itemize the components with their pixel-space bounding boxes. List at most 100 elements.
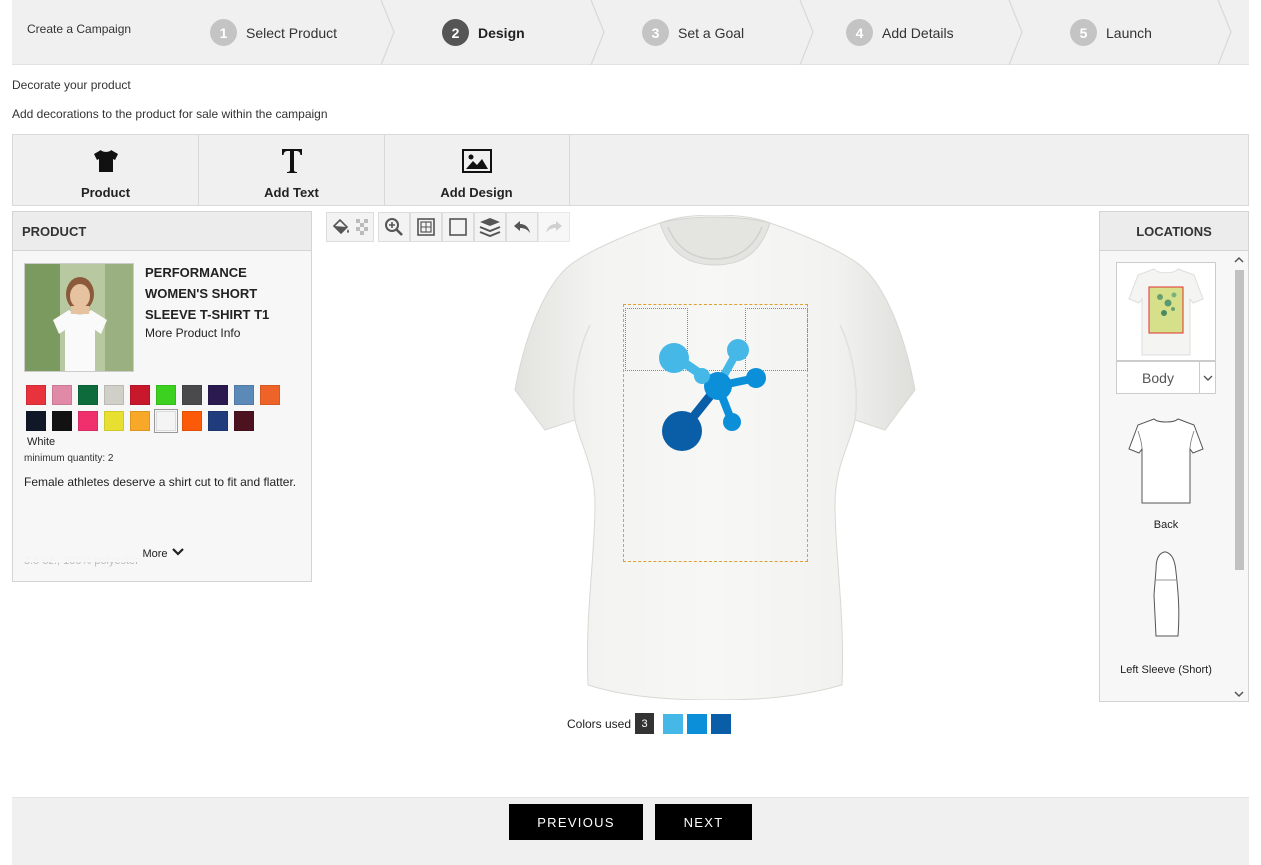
wizard-title: Create a Campaign [27,22,132,36]
previous-button[interactable]: PREVIOUS [509,804,643,840]
step-divider [1217,0,1233,66]
color-swatch[interactable] [234,411,254,431]
tool-tab-label: Product [80,185,131,200]
more-toggle[interactable]: More [13,547,311,560]
colors-used-count: 3 [635,713,655,734]
color-swatch[interactable] [52,411,72,431]
layers-icon [479,218,501,237]
selected-color-name: White [27,436,56,448]
color-swatch[interactable] [260,385,280,405]
color-swatches [26,385,291,433]
step-divider [799,0,815,66]
color-swatch[interactable] [104,385,124,405]
location-label: Back [1153,519,1179,531]
product-panel-header: PRODUCT [13,212,311,251]
location-left-sleeve[interactable]: Left Sleeve (Short) [1116,550,1216,680]
tool-tabs: Product Add Text Add Design [12,134,1249,206]
product-description: Female athletes deserve a shirt cut to f… [24,475,297,489]
step-label: Add Details [882,24,954,41]
product-photo[interactable] [24,263,134,372]
step-label: Select Product [246,24,338,41]
step-number: 4 [846,19,873,46]
color-swatch[interactable] [182,385,202,405]
color-swatch[interactable] [208,411,228,431]
colors-used-label: Colors used [567,716,632,731]
tshirt-side-outline [1153,551,1180,637]
color-swatch[interactable] [182,411,202,431]
locations-panel: LOCATIONS Body Back Left Sleeve (Short) [1099,211,1249,702]
tool-tab-product[interactable]: Product [13,135,199,205]
wizard-step-3[interactable]: 3 Set a Goal [642,0,744,65]
more-label: More [142,547,168,560]
chevron-down-icon [171,547,184,560]
locations-header: LOCATIONS [1100,212,1248,251]
location-select-value: Body [1142,369,1174,386]
chevron-down-icon[interactable] [1199,362,1215,393]
grid-button[interactable] [410,212,442,242]
image-icon [461,147,492,175]
wizard-step-4[interactable]: 4 Add Details [846,0,954,65]
minimum-quantity: minimum quantity: 2 [24,453,114,464]
tool-tab-label: Add Design [440,185,513,200]
more-product-info-link[interactable]: More Product Info [145,326,240,340]
colors-used: Colors used 3 [567,713,735,734]
location-back[interactable]: Back [1116,417,1216,535]
locations-scrollbar[interactable] [1232,254,1246,700]
color-swatch[interactable] [154,409,178,433]
checker-icon [356,219,368,235]
next-button[interactable]: NEXT [655,804,752,840]
grid-icon [417,218,435,236]
scroll-up-icon [1234,256,1244,263]
scroll-down-icon [1234,691,1244,698]
color-swatch[interactable] [130,385,150,405]
color-swatch[interactable] [26,411,46,431]
tool-tab-label: Add Text [264,185,319,200]
step-number: 1 [210,19,237,46]
location-body-thumb[interactable] [1116,262,1216,361]
design-artwork[interactable] [652,336,772,456]
location-body[interactable]: Body [1116,262,1216,394]
used-color-swatch [663,713,684,734]
step-number: 5 [1070,19,1097,46]
molecule-logo-icon [659,339,766,451]
text-icon [281,147,303,175]
color-swatch[interactable] [156,385,176,405]
step-label: Launch [1106,24,1152,41]
color-swatch[interactable] [208,385,228,405]
location-select[interactable]: Body [1116,361,1216,394]
fill-button[interactable] [326,212,374,242]
campaign-wizard: Create a Campaign [12,0,1249,65]
zoom-button[interactable] [378,212,410,242]
frame-icon [449,218,467,236]
wizard-step-2[interactable]: 2 Design [442,0,525,65]
intro-heading: Decorate your product [12,78,131,92]
location-label: Left Sleeve (Short) [1120,664,1212,676]
color-swatch[interactable] [78,411,98,431]
step-divider [1008,0,1024,66]
product-panel: PRODUCT Performance Women's Short Sleeve… [12,211,312,582]
tshirt-icon [93,147,119,175]
used-color-swatch [687,713,708,734]
step-divider [590,0,606,66]
tshirt-back-outline [1128,418,1204,504]
paint-bucket-icon [332,218,349,235]
intro-subheading: Add decorations to the product for sale … [12,107,328,121]
wizard-step-1[interactable]: 1 Select Product [210,0,337,65]
color-swatch[interactable] [78,385,98,405]
color-swatch[interactable] [52,385,72,405]
color-swatch[interactable] [26,385,46,405]
step-divider [380,0,396,66]
scrollbar-thumb[interactable] [1235,270,1244,570]
product-name: Performance Women's Short Sleeve T-Shirt… [145,265,270,322]
step-label: Design [478,24,525,41]
step-number: 2 [442,19,469,46]
tool-tab-add-design[interactable]: Add Design [384,135,570,205]
color-swatch[interactable] [130,411,150,431]
color-swatch[interactable] [234,385,254,405]
color-swatch[interactable] [104,411,124,431]
wizard-step-5[interactable]: 5 Launch [1070,0,1152,65]
zoom-icon [385,218,403,236]
frame-button[interactable] [442,212,474,242]
step-label: Set a Goal [678,24,745,41]
tool-tab-add-text[interactable]: Add Text [199,135,385,205]
